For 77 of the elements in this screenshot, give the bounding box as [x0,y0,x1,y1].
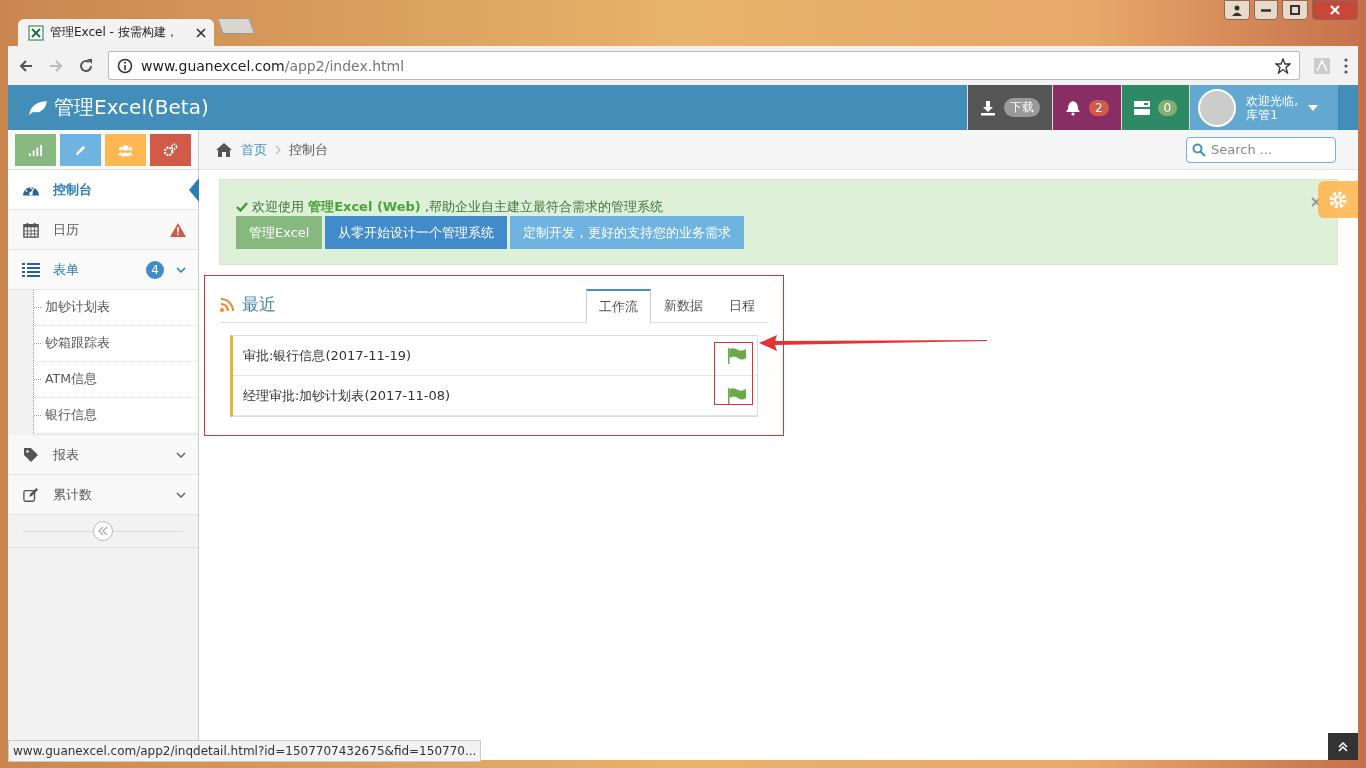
star-icon[interactable] [1275,57,1291,74]
maximize-button[interactable] [1282,0,1308,20]
flag-icon [727,387,747,404]
sidebar-item[interactable]: 报表 [8,435,198,475]
submenu-item[interactable]: 加钞计划表 [34,290,198,326]
leaf-icon [28,99,48,116]
shortcut-button[interactable] [150,134,191,166]
submenu-item[interactable]: ATM信息 [34,362,198,398]
recent-item[interactable]: 审批:银行信息(2017-11-19) [233,336,757,376]
submenu-item[interactable]: 钞箱跟踪表 [34,326,198,362]
bell-icon [1064,99,1081,116]
status-bar-url: www.guanexcel.com/app2/inqdetail.html?id=1507707432675&fid=150770... [8,740,482,762]
back-icon[interactable] [18,57,34,74]
flag-icon [727,347,747,364]
task-count: 0 [1157,99,1178,116]
close-window-button[interactable] [1312,0,1358,20]
count-badge: 4 [146,260,164,279]
minimize-icon [1261,8,1271,12]
download-label: 下载 [1003,98,1040,117]
double-left-icon [98,526,108,536]
reload-icon[interactable] [78,57,94,74]
tab[interactable]: 工作流 [586,289,651,323]
caret-icon [1308,104,1318,111]
search-field[interactable]: Search ... [1186,136,1336,163]
check-icon [236,202,248,212]
address-bar[interactable]: www.guanexcel.com/app2/index.html [108,51,1300,80]
scroll-top-button[interactable] [1328,733,1358,760]
double-up-icon [1338,741,1348,752]
sidebar-item[interactable]: 控制台 [8,170,198,210]
close-alert-button[interactable] [1311,197,1321,207]
server-icon [1133,100,1150,115]
action-button[interactable]: 从零开始设计一个管理系统 [325,216,508,249]
tab[interactable]: 新数据 [651,289,716,323]
rss-icon [220,297,234,312]
bar-chart-icon [28,142,43,158]
tag-icon [22,446,40,463]
person-icon [1231,4,1243,16]
spreadsheet-icon [28,24,44,41]
gears-icon [163,142,178,158]
sidebar-item[interactable]: 累计数 [8,475,198,515]
sidebar-item[interactable]: 表单 4 [8,250,198,290]
notification-count: 2 [1088,99,1109,116]
avatar [1198,88,1237,127]
edit-icon [22,486,40,503]
tab-title: 管理Excel - 按需构建， [50,24,179,41]
url-text: www.guanexcel.com/app2/index.html [141,57,405,74]
maximize-icon [1289,4,1301,16]
user-greeting: 欢迎光临, [1246,93,1298,108]
list-icon [22,261,40,278]
users-icon [118,142,133,158]
download-icon [979,99,996,116]
collapse-sidebar-button[interactable] [93,521,113,541]
calendar-icon [22,221,40,238]
sidebar-item[interactable]: 日历 [8,210,198,250]
notifications-button[interactable]: 2 [1051,85,1121,130]
app-title[interactable]: 管理Excel(Beta) [54,94,209,121]
browser-tab[interactable]: 管理Excel - 按需构建， [18,19,214,46]
submenu-item[interactable]: 银行信息 [34,398,198,434]
chevron-right-icon [275,144,281,155]
chevron-down-icon [176,451,186,458]
widget-title: 最近 [242,293,276,316]
close-icon [1329,4,1341,16]
breadcrumb-current: 控制台 [289,140,329,159]
recent-item[interactable]: 经理审批:加钞计划表(2017-11-08) [233,376,757,416]
settings-icon [1328,189,1348,210]
close-icon [1311,197,1321,207]
more-icon[interactable] [1344,57,1348,74]
home-icon[interactable] [215,141,233,158]
user-name: 库管1 [1246,107,1279,122]
minimize-button[interactable] [1254,0,1278,20]
close-icon[interactable] [196,27,206,38]
profile-button[interactable] [1224,0,1250,20]
info-icon [117,57,133,74]
chevron-down-icon [176,266,186,273]
chevron-down-icon [176,491,186,498]
tab[interactable]: 日程 [716,289,768,323]
welcome-message: 欢迎使用 管理Excel (Web) ,帮助企业自主建立最符合需求的管理系统 [252,198,664,216]
